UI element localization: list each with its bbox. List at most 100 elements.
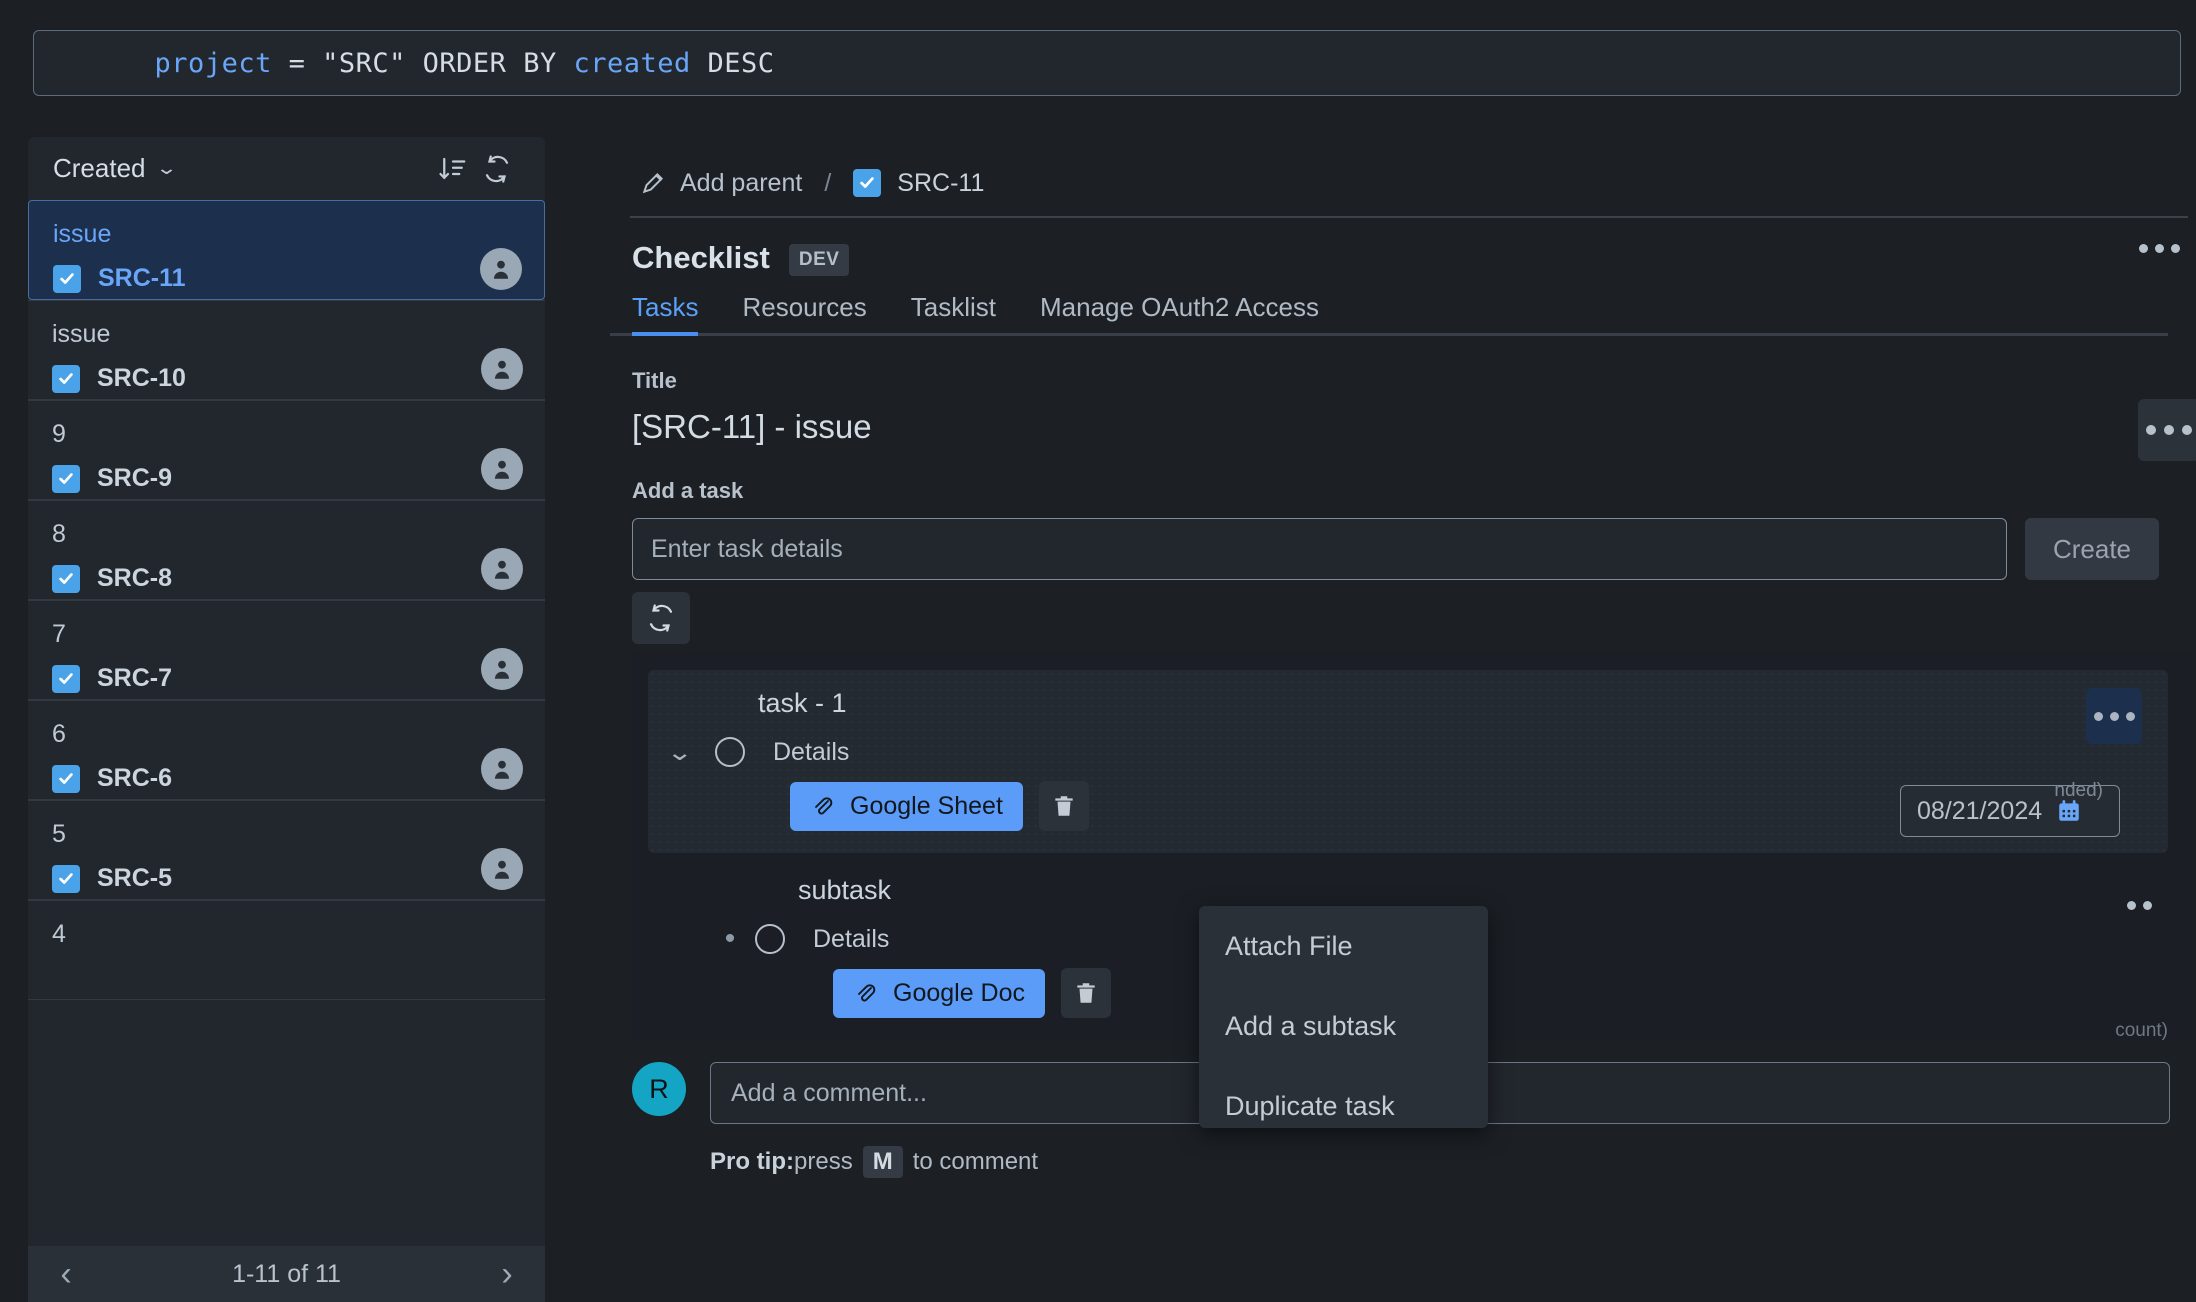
task-context-menu: Attach File Add a subtask Duplicate task [1199,906,1488,1128]
task-attachment-chip[interactable]: Google Sheet [790,781,1023,831]
task-type-icon [853,169,882,197]
avatar [481,448,523,490]
panel-tabs: Tasks Resources Tasklist Manage OAuth2 Acce… [610,292,2168,336]
title-more-options-button[interactable] [2138,399,2196,461]
task-type-icon [52,864,80,893]
dot [2155,244,2164,253]
create-task-button[interactable]: Create [2025,518,2159,580]
issue-list-item[interactable]: issue SRC-11 [28,200,545,300]
pagination-next-button[interactable]: › [487,1254,527,1294]
issue-key: SRC-11 [98,264,186,292]
dot [2164,425,2174,435]
dot [2171,244,2180,253]
add-task-label: Add a task [632,478,744,503]
sort-field-label[interactable]: Created [53,153,146,184]
context-menu-item-attach-file[interactable]: Attach File [1199,906,1488,986]
issue-list-item[interactable]: issue SRC-10 [28,300,545,400]
subtask-clipped-right-text: count) [2115,1020,2168,1041]
chevron-down-icon[interactable]: ⌄ [155,158,178,179]
issue-key: SRC-8 [97,564,173,592]
issue-summary: issue [52,320,111,348]
avatar [481,648,523,690]
paperclip-icon [858,984,876,1002]
tab-tasks[interactable]: Tasks [632,292,699,336]
jql-token-project: project [154,47,272,79]
pro-tip-suffix: to comment [912,1148,1039,1175]
breadcrumb-separator: / [824,168,832,197]
paperclip-icon [815,797,833,815]
add-task-input[interactable] [632,518,2007,580]
subtask-name[interactable]: subtask [648,875,2168,906]
refresh-tasks-button[interactable] [632,592,690,644]
issue-list-item[interactable]: 6 SRC-6 [28,700,545,800]
subtask-attachment-delete-button[interactable] [1061,968,1112,1018]
avatar [480,248,522,290]
jql-query-text: project = "SRC" ORDER BY created DESC [54,17,775,110]
issue-summary: 8 [52,520,66,548]
subtask-more-options-button[interactable] [2127,901,2152,910]
subtask-attachment-chip[interactable]: Google Doc [833,968,1046,1018]
trash-icon [1077,983,1095,1003]
task-complete-toggle[interactable] [715,737,745,767]
avatar [481,348,523,390]
issue-key: SRC-6 [97,764,173,792]
panel-more-options-button[interactable] [2139,244,2180,253]
pro-tip-prefix: Pro tip: [710,1148,794,1175]
task-attachment-delete-button[interactable] [1038,781,1089,831]
issue-list-item[interactable]: 5 SRC-5 [28,800,545,900]
context-menu-item-duplicate-task[interactable]: Duplicate task [1199,1066,1488,1128]
dot [2109,711,2119,721]
task-type-icon [53,264,81,293]
jql-token-created: created [573,47,691,79]
task-due-date-field[interactable]: 08/21/2024 nded) [1900,780,2120,837]
issue-key-row: SRC-6 [52,764,521,793]
task-type-icon [52,764,80,793]
avatar [481,848,523,890]
issue-list-item[interactable]: 7 SRC-7 [28,600,545,700]
breadcrumb-issue-key[interactable]: SRC-11 [897,169,984,198]
pro-tip-text: Pro tip: press M to comment [610,1146,2170,1178]
task-more-options-button[interactable] [2086,688,2142,744]
tab-tasklist[interactable]: Tasklist [911,292,996,333]
task-details-label[interactable]: Details [773,738,849,767]
chevron-down-icon[interactable]: ⌄ [666,739,714,766]
issue-list-item[interactable]: 9 SRC-9 [28,400,545,500]
issue-list-sidebar: Created ⌄ issue SRC-11 issue SRC-10 9 SRC-9 8 S… [28,137,545,1302]
task-name[interactable]: task - 1 [648,688,2168,719]
jql-query-bar[interactable]: project = "SRC" ORDER BY created DESC [33,30,2181,96]
subtask-complete-toggle[interactable] [755,924,785,954]
issue-summary: 9 [52,420,66,448]
panel-env-badge: DEV [788,244,850,276]
context-menu-item-add-a-subtask[interactable]: Add a subtask [1199,986,1488,1066]
task-type-icon [52,664,80,693]
dot [2146,425,2156,435]
task-card: task - 1 ⌄ Details Google Sheet 08/21/20… [648,670,2168,853]
issue-key: SRC-7 [97,664,173,692]
issue-summary: 5 [52,820,66,848]
breadcrumb: Add parent / SRC-11 [610,150,2170,216]
tab-manage-oauth2-access[interactable]: Manage OAuth2 Access [1040,292,1319,333]
refresh-icon[interactable] [475,147,519,191]
pro-tip-mid: press [794,1148,853,1175]
subtask-details-label[interactable]: Details [813,925,889,954]
dot [2182,425,2192,435]
title-field-value[interactable]: [SRC-11] - issue [632,408,872,446]
issue-key-row: SRC-11 [53,264,520,293]
sort-descending-icon[interactable] [431,147,475,191]
avatar [481,748,523,790]
avatar: R [632,1062,686,1116]
panel-header: Checklist DEV [610,218,2180,276]
dot [2143,901,2152,910]
issue-key-row: SRC-5 [52,864,521,893]
add-parent-link[interactable]: Add parent [680,169,802,198]
tab-resources[interactable]: Resources [742,292,866,333]
issue-list-item[interactable]: 4 [28,900,545,1000]
app-root: project = "SRC" ORDER BY created DESC Cr… [0,0,2196,1302]
issue-key: SRC-10 [97,364,186,392]
issue-list-item[interactable]: 8 SRC-8 [28,500,545,600]
title-field-label: Title [632,368,677,393]
subtask-attachment-label: Google Doc [893,978,1026,1007]
dot [2139,244,2148,253]
issue-key: SRC-9 [97,464,173,492]
pagination-prev-button[interactable]: ‹ [46,1254,86,1294]
